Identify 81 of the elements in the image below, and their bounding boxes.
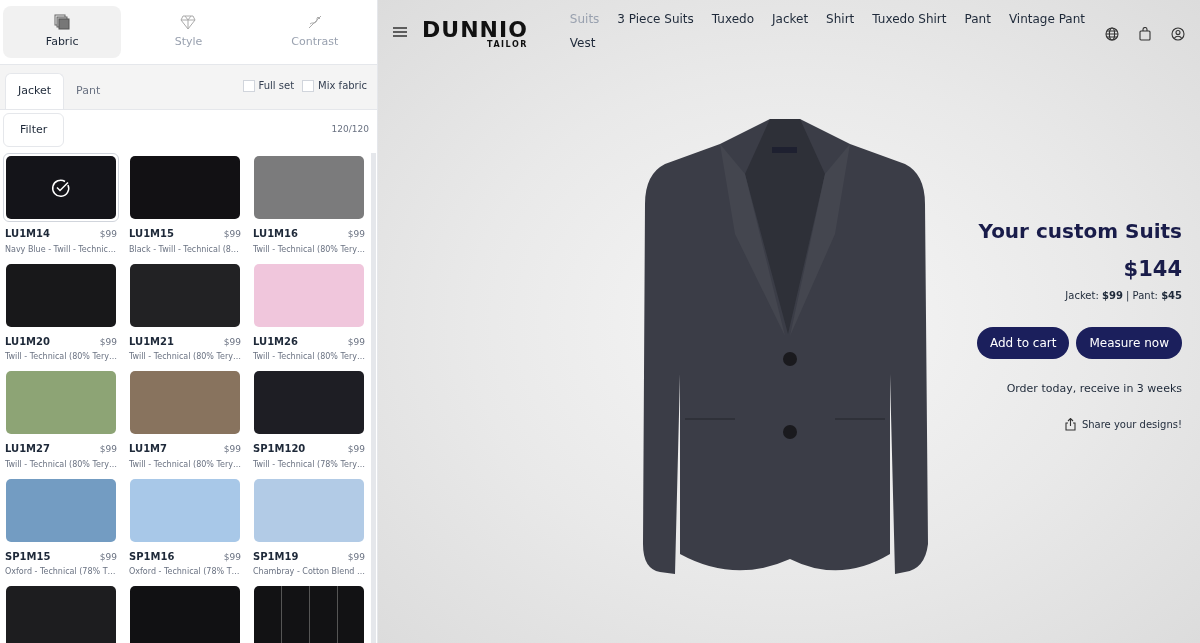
fabric-swatch[interactable] <box>127 583 243 643</box>
fabric-price: $99 <box>99 550 117 564</box>
fabric-description: Chambray - Cotton Blend … <box>252 566 366 578</box>
diamond-icon <box>180 13 197 30</box>
checkbox[interactable] <box>302 79 315 92</box>
fabric-description: Twill - Technical (80% Tery… <box>252 243 366 256</box>
menu-icon[interactable] <box>393 27 407 37</box>
fabric-swatch[interactable] <box>251 368 367 437</box>
fabric-price: $99 <box>223 335 241 349</box>
fabric-price: $99 <box>347 228 365 241</box>
nav-link[interactable]: Vintage Pant <box>1008 10 1085 28</box>
delivery-note: Order today, receive in 3 weeks <box>1006 380 1182 397</box>
fabric-price: $99 <box>347 443 365 456</box>
fabric-code: LU1M15 <box>129 227 174 241</box>
nav-link[interactable]: Tuxedo Shirt <box>872 10 947 28</box>
fabric-code: LU1M7 <box>129 442 167 456</box>
fabric-price: $99 <box>99 228 117 241</box>
fabric-price: $99 <box>223 550 241 564</box>
fabric-price: $99 <box>99 443 117 456</box>
fabric-swatch[interactable] <box>127 368 243 437</box>
fabric-description: Twill - Technical (80% Tery… <box>252 351 366 363</box>
summary-title: Your custom Suits <box>978 218 1182 245</box>
fabric-swatch[interactable] <box>251 583 367 643</box>
fabric-price: $99 <box>223 228 241 241</box>
fabric-swatch[interactable] <box>3 153 119 222</box>
fabric-code: SP1M19 <box>253 549 299 564</box>
filter-button[interactable]: Filter <box>3 113 65 147</box>
needle-thread-icon <box>306 13 323 30</box>
fabric-swatch[interactable] <box>3 583 119 643</box>
fabric-description: Oxford - Technical (78% T… <box>4 566 117 578</box>
price-breakdown: Jacket: $99 | Pant: $45 <box>1065 288 1182 303</box>
fabric-code: LU1M16 <box>253 227 298 241</box>
checkbox-label[interactable]: Mix fabric <box>318 78 367 93</box>
action-button[interactable]: Add to cart <box>976 326 1070 359</box>
nav-link[interactable]: Vest <box>569 34 596 52</box>
share-icon[interactable] <box>1064 418 1076 431</box>
action-button[interactable]: Measure now <box>1076 326 1182 359</box>
fabric-swatch[interactable] <box>127 153 243 222</box>
fabric-price: $99 <box>347 335 365 349</box>
nav-link[interactable]: Tuxedo <box>711 10 754 28</box>
nav-link[interactable]: Pant <box>964 10 991 28</box>
fabric-code: LU1M21 <box>129 334 174 349</box>
fabric-description: Twill - Technical (80% Tery… <box>4 458 118 471</box>
nav-link[interactable]: Jacket <box>772 10 809 28</box>
fabric-description: Black - Twill - Technical (8… <box>128 243 240 256</box>
nav-link[interactable]: 3 Piece Suits <box>617 10 694 28</box>
fabric-count: 120/120 <box>331 123 369 137</box>
fabric-description: Twill - Technical (78% Tery… <box>252 458 366 471</box>
share-link[interactable]: Share your designs! <box>1081 417 1182 432</box>
panel-tab[interactable]: Fabric <box>3 6 122 58</box>
fabric-price: $99 <box>347 550 365 564</box>
total-price: $144 <box>1123 256 1182 283</box>
fabric-code: SP1M16 <box>129 549 175 564</box>
garment-tab[interactable]: Pant <box>64 73 113 109</box>
fabric-description: Oxford - Technical (78% T… <box>128 566 241 578</box>
fabric-price: $99 <box>223 443 241 456</box>
user-icon[interactable] <box>1171 27 1185 41</box>
check-circle-icon <box>51 177 71 198</box>
brand-subtitle: TAILOR <box>487 41 528 49</box>
nav-link[interactable]: Shirt <box>826 10 855 28</box>
brand-logo[interactable]: DUNNIO <box>422 19 528 41</box>
garment-tab[interactable]: Jacket <box>5 73 65 109</box>
fabric-code: SP1M120 <box>253 442 306 456</box>
fabric-code: LU1M20 <box>5 334 50 349</box>
shopping-bag-icon[interactable] <box>1139 27 1151 41</box>
fabric-description: Twill - Technical (80% Tery… <box>4 351 118 363</box>
fabric-code: LU1M26 <box>253 334 298 349</box>
globe-icon[interactable] <box>1105 27 1119 41</box>
checkbox[interactable] <box>242 79 255 92</box>
fabric-description: Twill - Technical (80% Tery… <box>128 351 242 363</box>
checkbox-label[interactable]: Full set <box>258 78 295 93</box>
fabric-layers-icon <box>54 13 71 30</box>
fabric-swatch[interactable] <box>251 153 367 222</box>
fabric-code: SP1M15 <box>5 549 51 564</box>
fabric-code: LU1M14 <box>5 227 50 241</box>
fabric-swatch[interactable] <box>3 368 119 437</box>
scrollbar[interactable] <box>371 153 376 643</box>
fabric-description: Navy Blue - Twill - Technic… <box>4 243 117 256</box>
fabric-code: LU1M27 <box>5 442 50 456</box>
fabric-description: Twill - Technical (80% Tery… <box>128 458 242 471</box>
fabric-price: $99 <box>99 335 117 349</box>
